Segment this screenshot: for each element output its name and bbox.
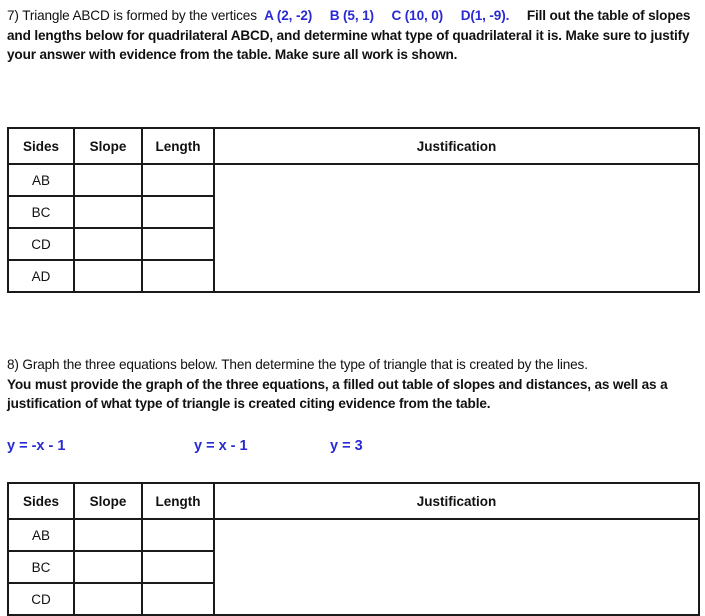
table-header-row: Sides Slope Length Justification [7, 127, 700, 165]
question-7: 7) Triangle ABCD is formed by the vertic… [7, 6, 702, 65]
header-sides: Sides [7, 482, 75, 520]
vertex-c: C (10, 0) [391, 8, 444, 23]
side-label: CD [7, 582, 75, 616]
length-cell[interactable] [141, 518, 215, 552]
length-cell[interactable] [141, 195, 215, 229]
equation-3: y = 3 [330, 438, 363, 454]
slope-cell[interactable] [73, 582, 143, 616]
header-slope: Slope [73, 482, 143, 520]
vertex-b: B (5, 1) [329, 8, 374, 23]
slope-cell[interactable] [73, 518, 143, 552]
question-7-number: 7) [7, 8, 19, 23]
side-label: AD [7, 259, 75, 293]
slope-cell[interactable] [73, 195, 143, 229]
side-label: CD [7, 227, 75, 261]
question-7-table: Sides Slope Length Justification AB BC C… [7, 127, 700, 293]
question-8: 8) Graph the three equations below. Then… [7, 355, 702, 414]
table-row: AB [7, 518, 700, 616]
question-8-table: Sides Slope Length Justification AB BC C… [7, 482, 700, 616]
length-cell[interactable] [141, 550, 215, 584]
slope-cell[interactable] [73, 163, 143, 197]
question-8-intro: 8) Graph the three equations below. Then… [7, 357, 588, 372]
vertex-d: D(1, -9). [460, 8, 510, 23]
question-7-intro: Triangle ABCD is formed by the vertices [22, 8, 257, 23]
length-cell[interactable] [141, 259, 215, 293]
side-label: AB [7, 163, 75, 197]
header-justification: Justification [213, 127, 700, 165]
header-justification: Justification [213, 482, 700, 520]
header-length: Length [141, 482, 215, 520]
table-row: AB [7, 163, 700, 293]
table-header-row: Sides Slope Length Justification [7, 482, 700, 520]
justification-cell[interactable] [213, 518, 700, 616]
vertex-a: A (2, -2) [264, 8, 313, 23]
question-8-instructions: You must provide the graph of the three … [7, 376, 668, 412]
equations: y = -x - 1 y = x - 1 y = 3 [7, 438, 702, 460]
slope-cell[interactable] [73, 227, 143, 261]
length-cell[interactable] [141, 582, 215, 616]
slope-cell[interactable] [73, 259, 143, 293]
header-length: Length [141, 127, 215, 165]
side-label: BC [7, 550, 75, 584]
justification-cell[interactable] [213, 163, 700, 293]
header-sides: Sides [7, 127, 75, 165]
slope-cell[interactable] [73, 550, 143, 584]
header-slope: Slope [73, 127, 143, 165]
length-cell[interactable] [141, 227, 215, 261]
side-label: AB [7, 518, 75, 552]
side-label: BC [7, 195, 75, 229]
equation-1: y = -x - 1 [7, 438, 66, 454]
equation-2: y = x - 1 [194, 438, 248, 454]
length-cell[interactable] [141, 163, 215, 197]
